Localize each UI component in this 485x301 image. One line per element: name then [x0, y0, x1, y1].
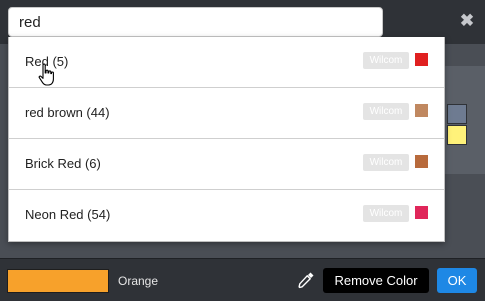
brand-badge: Wilcom [363, 205, 409, 222]
color-chip [415, 155, 428, 168]
brand-badge: Wilcom [363, 103, 409, 120]
eyedropper-icon[interactable] [297, 271, 315, 289]
ok-button[interactable]: OK [437, 268, 477, 293]
close-icon[interactable]: ✖ [459, 11, 475, 31]
hand-pointer-cursor-icon [38, 63, 54, 86]
background-swatch-slate[interactable] [447, 104, 467, 124]
color-chip [415, 104, 428, 117]
remove-color-button[interactable]: Remove Color [323, 268, 429, 293]
color-chip [415, 206, 428, 219]
color-footer: Orange Remove Color OK [0, 258, 485, 301]
search-results-dropdown: Red (5) Wilcom red brown (44) Wilcom Bri… [8, 37, 445, 242]
current-color-swatch[interactable] [7, 269, 109, 293]
color-chip [415, 53, 428, 66]
result-item-brick-red[interactable]: Brick Red (6) Wilcom [9, 139, 444, 190]
brand-badge: Wilcom [363, 154, 409, 171]
result-label: Brick Red (6) [25, 156, 101, 171]
result-item-red[interactable]: Red (5) Wilcom [9, 37, 444, 88]
result-item-neon-red[interactable]: Neon Red (54) Wilcom [9, 190, 444, 240]
result-label: red brown (44) [25, 105, 110, 120]
result-item-red-brown[interactable]: red brown (44) Wilcom [9, 88, 444, 139]
result-label: Neon Red (54) [25, 207, 111, 222]
color-search-input[interactable] [8, 7, 383, 37]
background-swatch-yellow[interactable] [447, 125, 467, 145]
brand-badge: Wilcom [363, 52, 409, 69]
current-color-name: Orange [118, 274, 159, 288]
